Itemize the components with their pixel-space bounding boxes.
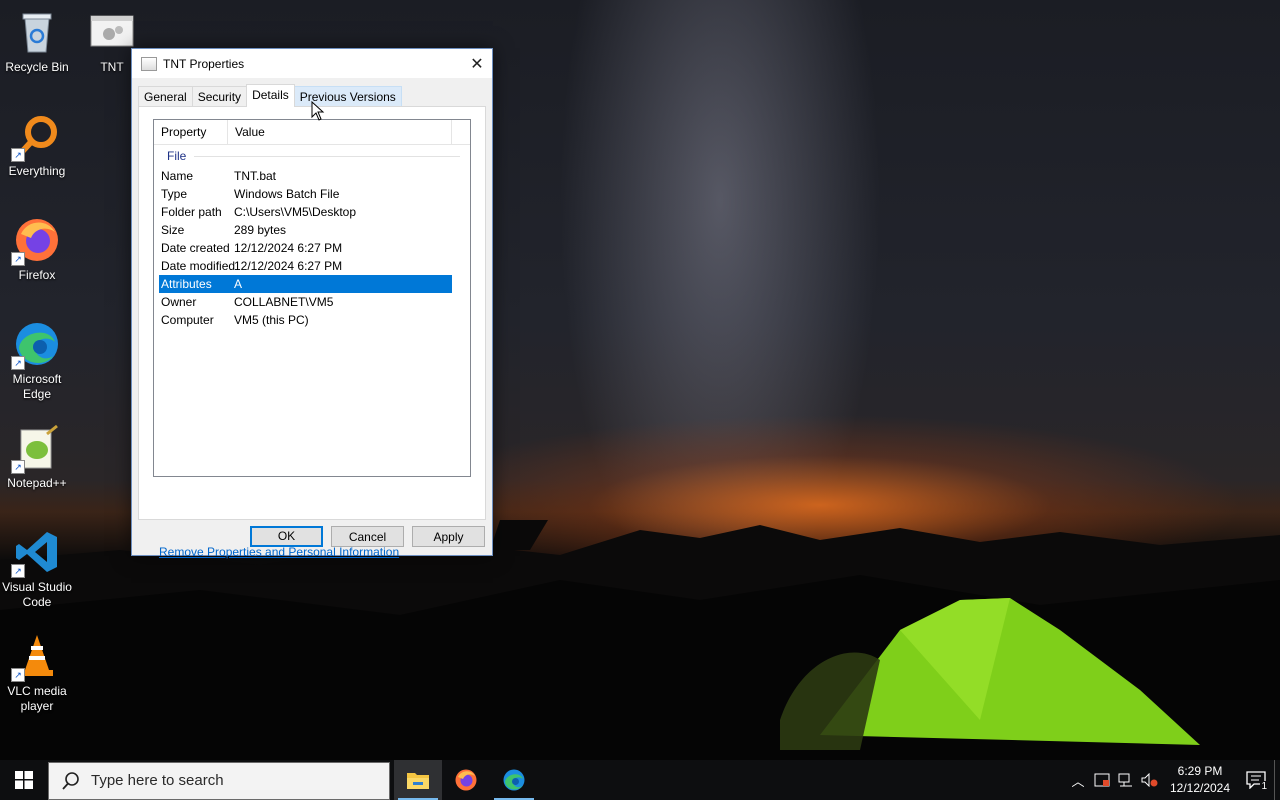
tab-general[interactable]: General (138, 86, 193, 107)
tray-security-icon[interactable] (1090, 760, 1114, 800)
details-list[interactable]: Property Value File Name TNT.bat Type Wind… (153, 119, 471, 477)
property-name: Name (161, 169, 194, 183)
start-button[interactable] (0, 760, 48, 800)
batch-file-icon (88, 8, 136, 56)
tab-details[interactable]: Details (246, 84, 295, 107)
list-item[interactable]: Size 289 bytes (159, 221, 452, 239)
firefox-icon (455, 769, 477, 791)
clock-time: 6:29 PM (1177, 764, 1223, 778)
column-header-property[interactable]: Property (154, 120, 228, 144)
recycle-bin-icon (13, 8, 61, 56)
property-name: Computer (161, 313, 214, 327)
ok-button[interactable]: OK (250, 526, 323, 547)
taskbar-firefox[interactable] (442, 760, 490, 800)
edge-icon (503, 769, 525, 791)
desktop-icon-label: VLC media player (7, 684, 67, 713)
property-value: 12/12/2024 6:27 PM (234, 259, 343, 273)
details-panel: Property Value File Name TNT.bat Type Wind… (138, 106, 486, 559)
list-item[interactable]: Date created 12/12/2024 6:27 PM (159, 239, 452, 257)
vlc-icon: ↗ (11, 632, 61, 682)
cancel-button[interactable]: Cancel (331, 526, 404, 547)
desktop-icon-label: Visual Studio Code (2, 580, 72, 609)
list-item[interactable]: Owner COLLABNET\VM5 (159, 293, 452, 311)
desktop-icon-label: Firefox (18, 268, 56, 282)
property-name: Folder path (161, 205, 222, 219)
property-name: Date modified (161, 259, 236, 273)
close-button[interactable]: ✕ (462, 49, 492, 78)
desktop-icon-firefox[interactable]: ↗ Firefox (0, 216, 74, 283)
close-icon: ✕ (470, 55, 484, 73)
chevron-up-icon: ︿ (1071, 773, 1085, 789)
firefox-icon: ↗ (11, 216, 61, 266)
group-label: File (167, 149, 187, 163)
property-value: TNT.bat (234, 169, 277, 183)
system-tray: ︿ 6:29 PM 12/12/2024 1 (1066, 760, 1280, 800)
list-item[interactable]: Name TNT.bat (159, 167, 452, 185)
properties-dialog: TNT Properties ✕ General Security Detail… (131, 48, 493, 559)
property-name: Size (161, 223, 185, 237)
property-value: 12/12/2024 6:27 PM (234, 241, 343, 255)
search-placeholder: Type here to search (91, 772, 224, 789)
system-clock[interactable]: 6:29 PM 12/12/2024 (1162, 763, 1238, 797)
network-icon[interactable] (1114, 760, 1138, 800)
edge-icon: ↗ (11, 320, 61, 370)
list-item[interactable]: Folder path C:\Users\VM5\Desktop (159, 203, 452, 221)
vscode-icon: ↗ (11, 528, 61, 578)
tab-bar: General Security Details Previous Versio… (138, 84, 402, 107)
property-value: C:\Users\VM5\Desktop (234, 205, 357, 219)
group-header-file: File (154, 145, 470, 167)
property-name: Owner (161, 295, 197, 309)
desktop-icon-recycle-bin[interactable]: Recycle Bin (0, 8, 74, 75)
taskbar-file-explorer[interactable] (394, 760, 442, 800)
tab-previous-versions[interactable]: Previous Versions (293, 86, 402, 107)
property-name: Date created (161, 241, 230, 255)
folder-icon (407, 773, 429, 789)
list-item[interactable]: Computer VM5 (this PC) (159, 311, 452, 329)
property-value: Windows Batch File (234, 187, 340, 201)
taskbar-edge[interactable] (490, 760, 538, 800)
everything-search-icon: ↗ (11, 112, 61, 162)
volume-muted-icon[interactable] (1138, 760, 1162, 800)
desktop-icon-label: Everything (8, 164, 66, 178)
file-icon (141, 56, 157, 71)
property-value: A (234, 277, 243, 291)
desktop-icon-label: Recycle Bin (5, 60, 69, 74)
dialog-titlebar[interactable]: TNT Properties ✕ (132, 49, 492, 78)
mouse-cursor-icon (311, 101, 325, 121)
property-value: VM5 (this PC) (234, 313, 309, 327)
column-header-value[interactable]: Value (228, 120, 452, 144)
dialog-title: TNT Properties (163, 56, 245, 71)
desktop-icon-label: Microsoft Edge (12, 372, 62, 401)
windows-logo-icon (15, 771, 33, 789)
taskbar: Type here to search ︿ 6:29 PM 12/12/2024… (0, 760, 1280, 800)
list-item[interactable]: Date modified 12/12/2024 6:27 PM (159, 257, 452, 275)
list-header: Property Value (154, 120, 470, 145)
list-item-selected[interactable]: Attributes A (159, 275, 452, 293)
desktop-icon-notepadpp[interactable]: ↗ Notepad++ (0, 424, 74, 491)
notepadpp-icon: ↗ (11, 424, 61, 474)
taskbar-search-box[interactable]: Type here to search (48, 761, 390, 800)
show-desktop-button[interactable] (1274, 760, 1280, 800)
clock-date: 12/12/2024 (1169, 781, 1231, 795)
group-divider (194, 155, 460, 157)
desktop-icon-edge[interactable]: ↗ Microsoft Edge (0, 320, 74, 402)
desktop-icon-everything[interactable]: ↗ Everything (0, 112, 74, 179)
apply-button[interactable]: Apply (412, 526, 485, 547)
desktop-icon-vlc[interactable]: ↗ VLC media player (0, 632, 74, 714)
action-center-button[interactable]: 1 (1238, 760, 1274, 800)
search-icon (62, 771, 79, 790)
desktop-icon-label: Notepad++ (7, 476, 67, 490)
show-hidden-icons-button[interactable]: ︿ (1066, 760, 1090, 800)
property-value: 289 bytes (234, 223, 287, 237)
tab-security[interactable]: Security (191, 86, 248, 107)
desktop-icon-vscode[interactable]: ↗ Visual Studio Code (0, 528, 74, 610)
notification-count-badge: 1 (1260, 781, 1268, 792)
property-name: Type (161, 187, 188, 201)
property-value: COLLABNET\VM5 (234, 295, 334, 309)
property-name: Attributes (161, 277, 212, 291)
list-item[interactable]: Type Windows Batch File (159, 185, 452, 203)
